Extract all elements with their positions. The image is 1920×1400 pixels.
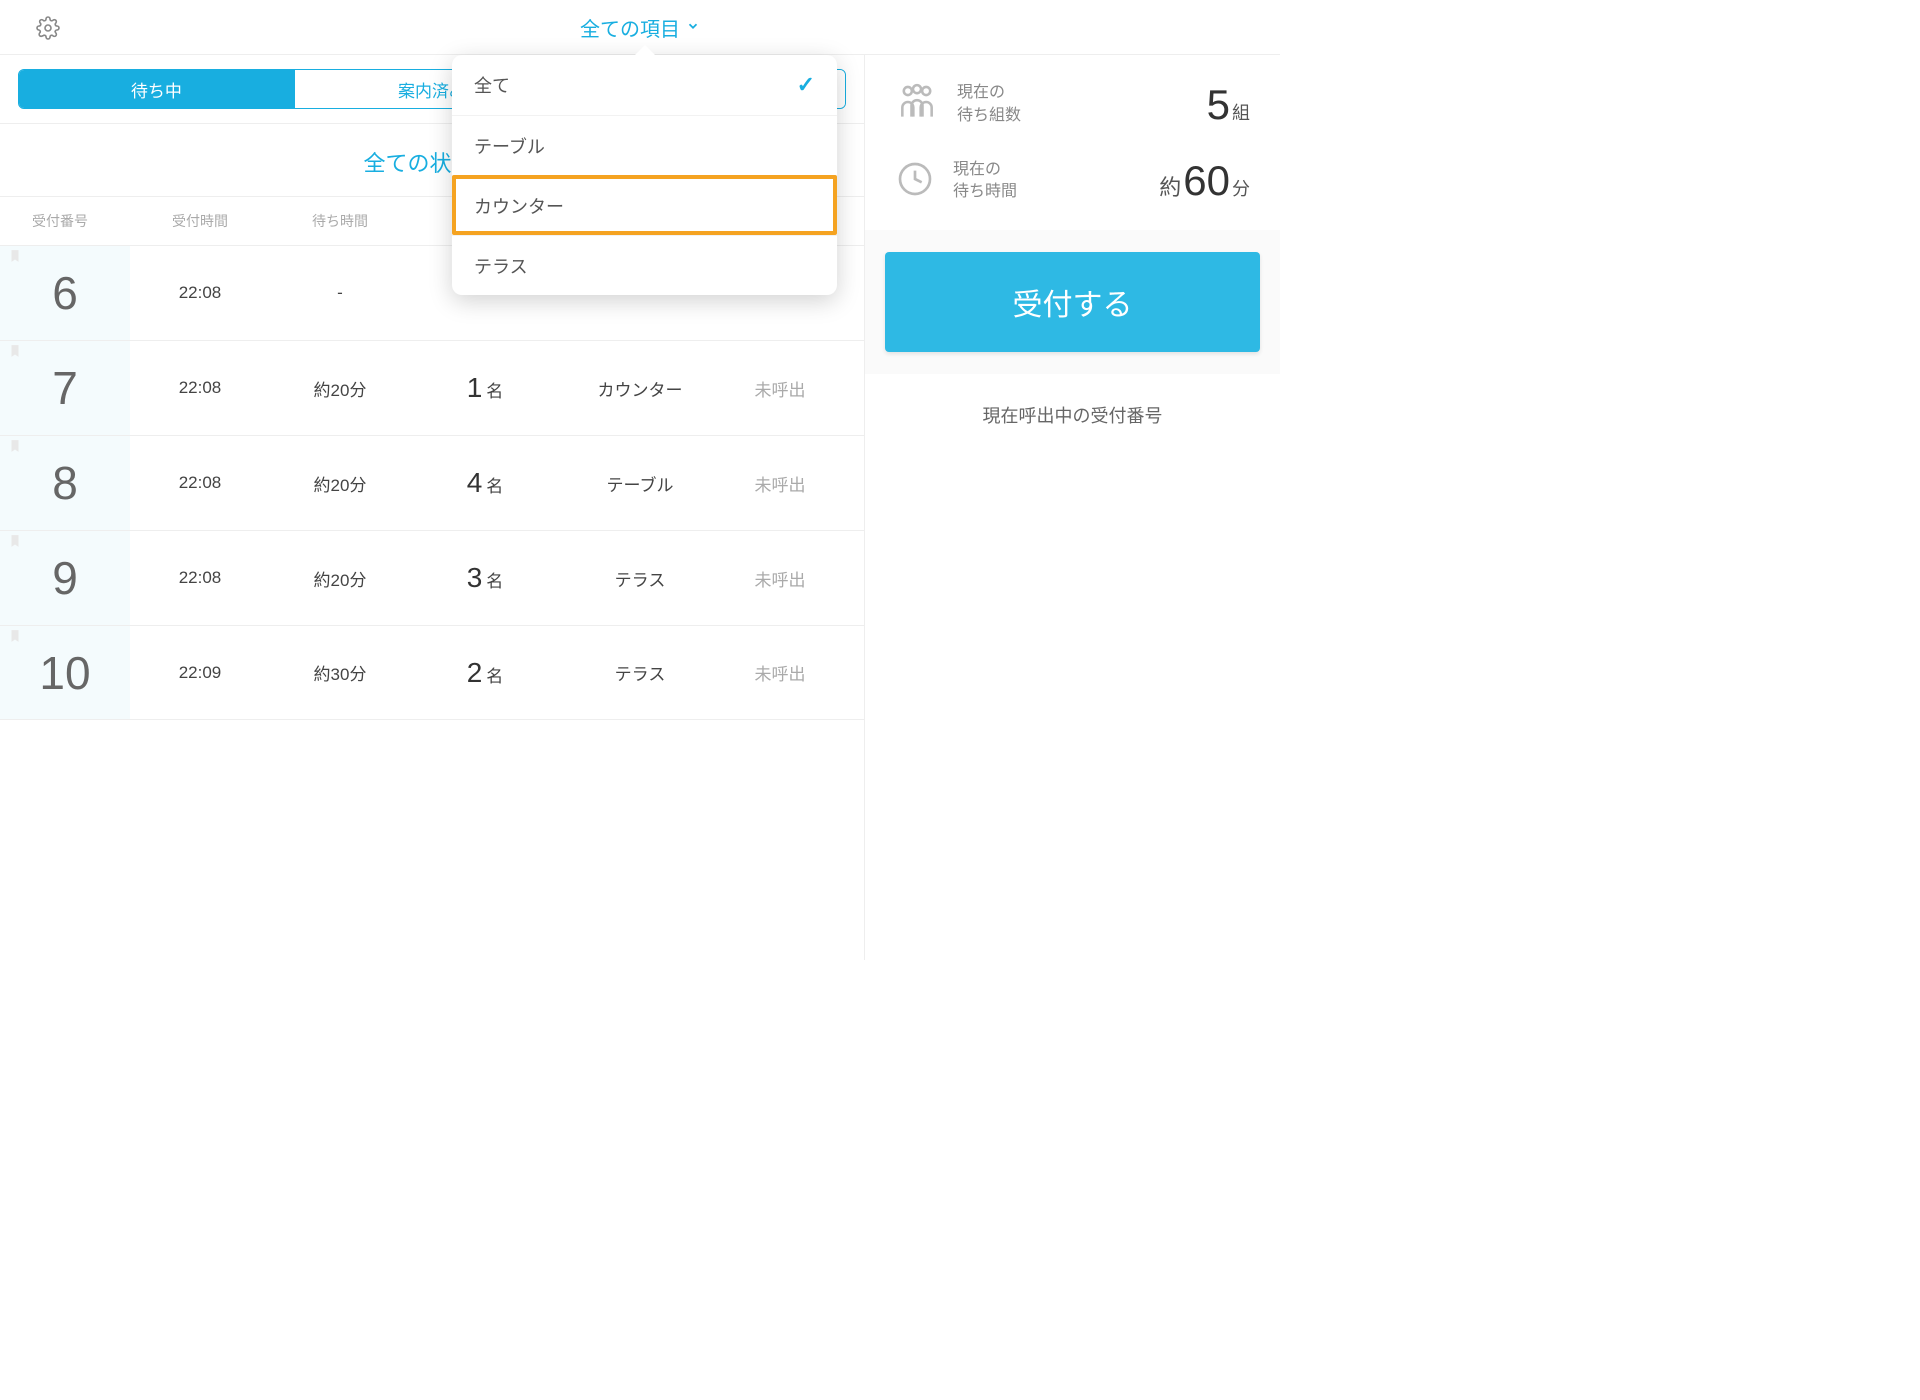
groups-value: 5 [1207, 81, 1230, 128]
cell-wait: 約20分 [270, 471, 410, 496]
chevron-down-icon [686, 16, 700, 39]
header-title: 全ての項目 [580, 13, 680, 42]
dropdown-item[interactable]: テラス [452, 235, 837, 295]
table-row[interactable]: 1022:09約30分2名テラス未呼出 [0, 625, 864, 720]
filter-dropdown: 全て ✓ テーブルカウンターテラス [452, 55, 837, 295]
cell-status: 未呼出 [720, 471, 840, 496]
cell-party: 3名 [410, 562, 560, 594]
accept-button[interactable]: 受付する [885, 252, 1260, 352]
dropdown-item-label: テラス [474, 253, 528, 279]
wait-value-wrap: 約60分 [1159, 157, 1250, 205]
cell-wait: - [270, 283, 410, 303]
table-row[interactable]: 822:08約20分4名テーブル未呼出 [0, 435, 864, 530]
dropdown-item[interactable]: 全て ✓ [452, 55, 837, 115]
dropdown-item-label: 全て [474, 72, 510, 98]
bookmark-icon [8, 341, 22, 366]
groups-unit: 組 [1232, 103, 1250, 123]
people-icon [895, 80, 939, 129]
cell-wait: 約20分 [270, 376, 410, 401]
groups-label-1: 現在の [957, 82, 1187, 104]
gear-icon[interactable] [36, 16, 60, 45]
bookmark-icon [8, 436, 22, 461]
calling-header: 現在呼出中の受付番号 [885, 402, 1260, 428]
col-time: 受付時間 [130, 211, 270, 231]
cell-party: 4名 [410, 467, 560, 499]
cell-seat: テーブル [560, 471, 720, 496]
check-icon: ✓ [797, 72, 815, 98]
dropdown-item[interactable]: テーブル [452, 115, 837, 175]
cell-wait: 約20分 [270, 566, 410, 591]
groups-value-wrap: 5組 [1205, 81, 1250, 129]
bookmark-icon [8, 626, 22, 651]
dropdown-item-label: テーブル [474, 133, 545, 159]
cell-party: 1名 [410, 372, 560, 404]
groups-label-2: 待ち組数 [957, 105, 1187, 127]
col-wait: 待ち時間 [270, 211, 410, 231]
cell-seat: テラス [560, 660, 720, 685]
table-row[interactable]: 722:08約20分1名カウンター未呼出 [0, 340, 864, 435]
cell-time: 22:08 [130, 378, 270, 398]
wait-unit: 分 [1232, 179, 1250, 199]
cell-party: 2名 [410, 657, 560, 689]
table-row[interactable]: 922:08約20分3名テラス未呼出 [0, 530, 864, 625]
cell-time: 22:08 [130, 568, 270, 588]
dropdown-item-label: カウンター [474, 193, 564, 219]
wait-prefix: 約 [1159, 175, 1181, 200]
calling-panel: 現在呼出中の受付番号 [865, 374, 1280, 960]
cell-time: 22:08 [130, 283, 270, 303]
bookmark-icon [8, 531, 22, 556]
wait-value: 60 [1183, 157, 1230, 204]
cell-status: 未呼出 [720, 660, 840, 685]
cell-seat: カウンター [560, 376, 720, 401]
dropdown-item[interactable]: カウンター [452, 175, 837, 235]
cell-status: 未呼出 [720, 376, 840, 401]
wait-label-1: 現在の [953, 159, 1141, 181]
bookmark-icon [8, 246, 22, 271]
cell-status: 未呼出 [720, 566, 840, 591]
clock-icon [895, 159, 935, 204]
cell-wait: 約30分 [270, 660, 410, 685]
tab-waiting[interactable]: 待ち中 [19, 70, 294, 108]
cell-time: 22:09 [130, 663, 270, 683]
col-number: 受付番号 [0, 211, 130, 231]
filter-dropdown-trigger[interactable]: 全ての項目 [580, 13, 700, 42]
cell-seat: テラス [560, 566, 720, 591]
cell-time: 22:08 [130, 473, 270, 493]
wait-label-2: 待ち時間 [953, 181, 1141, 203]
stats-panel: 現在の 待ち組数 5組 現在の 待ち時間 [865, 55, 1280, 230]
